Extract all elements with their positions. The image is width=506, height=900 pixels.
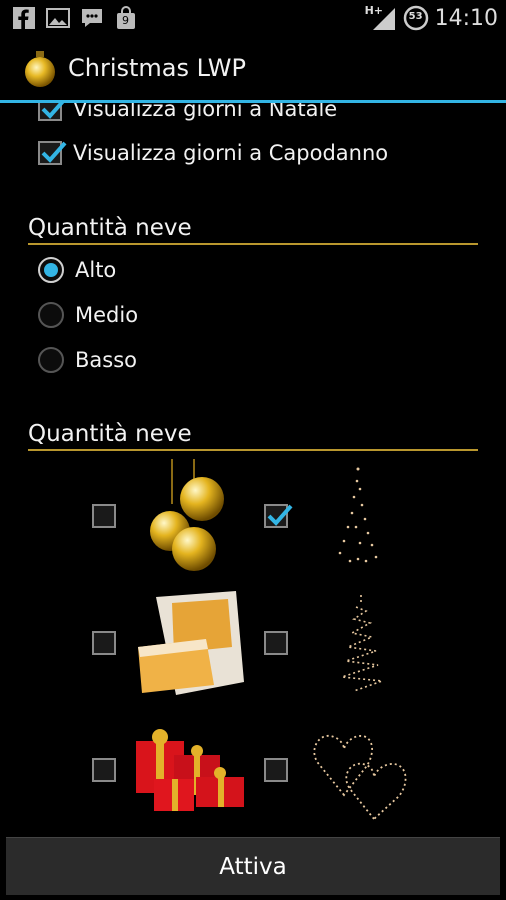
checkbox-pandoro[interactable] (92, 631, 116, 655)
bag-badge: 9 (122, 14, 129, 27)
snow-amount-title: Quantità neve (28, 215, 192, 241)
ornament-balls-image[interactable] (142, 459, 232, 574)
facebook-icon (13, 7, 35, 29)
activate-button[interactable]: Attiva (6, 837, 500, 895)
pref-christmas-days[interactable]: Visualizza giorni a Natale (38, 103, 337, 121)
bbm-chat-icon (82, 9, 102, 27)
radio-option-alto[interactable]: Alto (38, 257, 116, 283)
image-icon (46, 8, 70, 28)
light-tree-image[interactable] (330, 467, 386, 565)
section-divider (28, 449, 478, 451)
checkbox-christmas-days[interactable] (38, 103, 65, 121)
radio-basso[interactable] (38, 347, 64, 373)
radio-option-medio[interactable]: Medio (38, 302, 138, 328)
battery-level: 53 (408, 11, 423, 22)
image-selection-header: Quantità neve (28, 421, 478, 451)
image-selection-title: Quantità neve (28, 421, 192, 447)
app-title: Christmas LWP (68, 54, 247, 82)
checkbox-gift-boxes[interactable] (92, 758, 116, 782)
light-hearts-image[interactable] (312, 715, 418, 821)
newyear-days-label: Visualizza giorni a Capodanno (73, 141, 389, 165)
signal-icon: H+ (365, 4, 397, 32)
radio-medio[interactable] (38, 302, 64, 328)
snow-amount-header: Quantità neve (28, 215, 478, 245)
checkbox-ornament-balls[interactable] (92, 504, 116, 528)
checkbox-newyear-days[interactable] (38, 141, 67, 165)
christmas-days-label: Visualizza giorni a Natale (73, 103, 338, 121)
radio-option-basso[interactable]: Basso (38, 347, 137, 373)
status-bar: 9 H+ 53 14:10 (0, 0, 506, 36)
radio-basso-label: Basso (75, 348, 138, 372)
spiral-tree-image[interactable] (334, 593, 388, 693)
checkbox-light-tree[interactable] (264, 504, 293, 528)
pref-newyear-days[interactable]: Visualizza giorni a Capodanno (38, 141, 388, 165)
radio-medio-label: Medio (75, 303, 139, 327)
action-bar: Christmas LWP (0, 36, 506, 100)
gift-boxes-image[interactable] (134, 727, 246, 813)
status-time: 14:10 (434, 5, 498, 31)
checkbox-light-hearts[interactable] (264, 758, 288, 782)
radio-alto[interactable] (38, 257, 64, 283)
checkbox-spiral-tree[interactable] (264, 631, 288, 655)
bottom-bar: Attiva (0, 837, 506, 900)
shopping-bag-icon: 9 (114, 6, 138, 30)
section-divider (28, 243, 478, 245)
radio-alto-label: Alto (75, 258, 117, 282)
ornament-icon[interactable] (22, 50, 58, 88)
pandoro-cake-image[interactable] (136, 587, 246, 699)
preferences-list[interactable]: Visualizza giorni a Natale Visualizza gi… (0, 103, 506, 837)
battery-icon: 53 (403, 5, 429, 31)
